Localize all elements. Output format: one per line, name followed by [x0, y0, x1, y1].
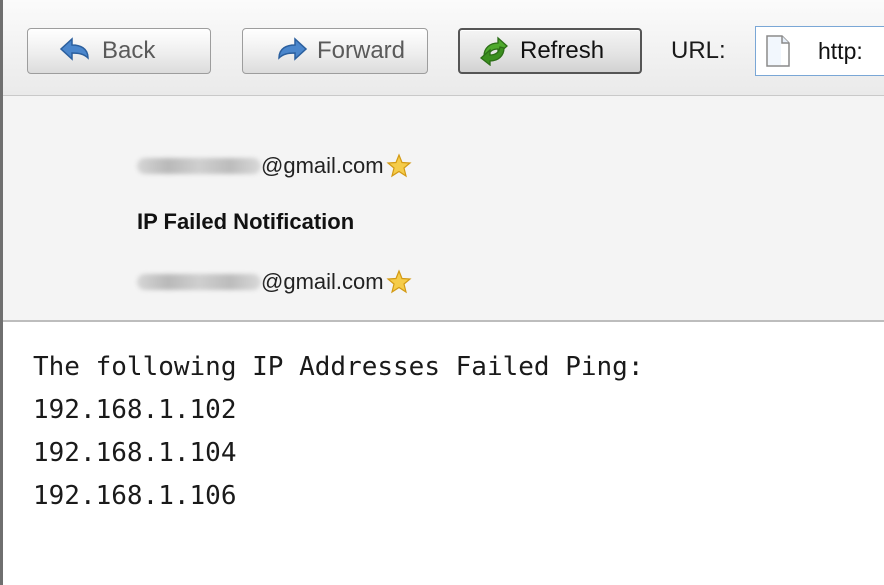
from-domain: @gmail.com — [261, 153, 384, 178]
forward-arrow-icon — [278, 37, 308, 61]
url-label: URL: — [671, 37, 726, 64]
failed-ip-2: 192.168.1.104 — [33, 438, 237, 468]
redacted-username — [137, 274, 261, 290]
back-arrow-icon — [59, 37, 89, 61]
star-icon[interactable] — [386, 153, 412, 179]
refresh-icon — [479, 36, 508, 66]
from-address[interactable]: @gmail.com — [137, 150, 412, 182]
forward-button[interactable]: Forward — [242, 28, 428, 74]
failed-ip-1: 192.168.1.102 — [33, 395, 237, 425]
message-header: from @gmail.com subject IP Failed Notifi… — [3, 96, 884, 322]
url-input[interactable]: http: — [755, 26, 884, 76]
message-body: The following IP Addresses Failed Ping: 1… — [33, 346, 643, 518]
toolbar: Back Forward Refresh URL: http: — [3, 0, 884, 96]
refresh-button[interactable]: Refresh — [458, 28, 642, 74]
redacted-username — [137, 158, 261, 174]
back-button[interactable]: Back — [27, 28, 211, 74]
to-address[interactable]: @gmail.com — [137, 266, 412, 298]
failed-ip-3: 192.168.1.106 — [33, 481, 237, 511]
subject-text: IP Failed Notification — [137, 209, 355, 234]
url-value: http: — [818, 37, 863, 64]
body-heading: The following IP Addresses Failed Ping: — [33, 352, 644, 382]
star-icon[interactable] — [386, 269, 412, 295]
to-domain: @gmail.com — [261, 269, 384, 294]
browser-frame: Back Forward Refresh URL: http: @gmail.c… — [0, 0, 884, 585]
back-label: Back — [102, 37, 156, 64]
forward-label: Forward — [317, 37, 406, 64]
refresh-label: Refresh — [520, 37, 605, 64]
subject-value: IP Failed Notification — [137, 206, 354, 238]
page-icon — [766, 35, 790, 67]
